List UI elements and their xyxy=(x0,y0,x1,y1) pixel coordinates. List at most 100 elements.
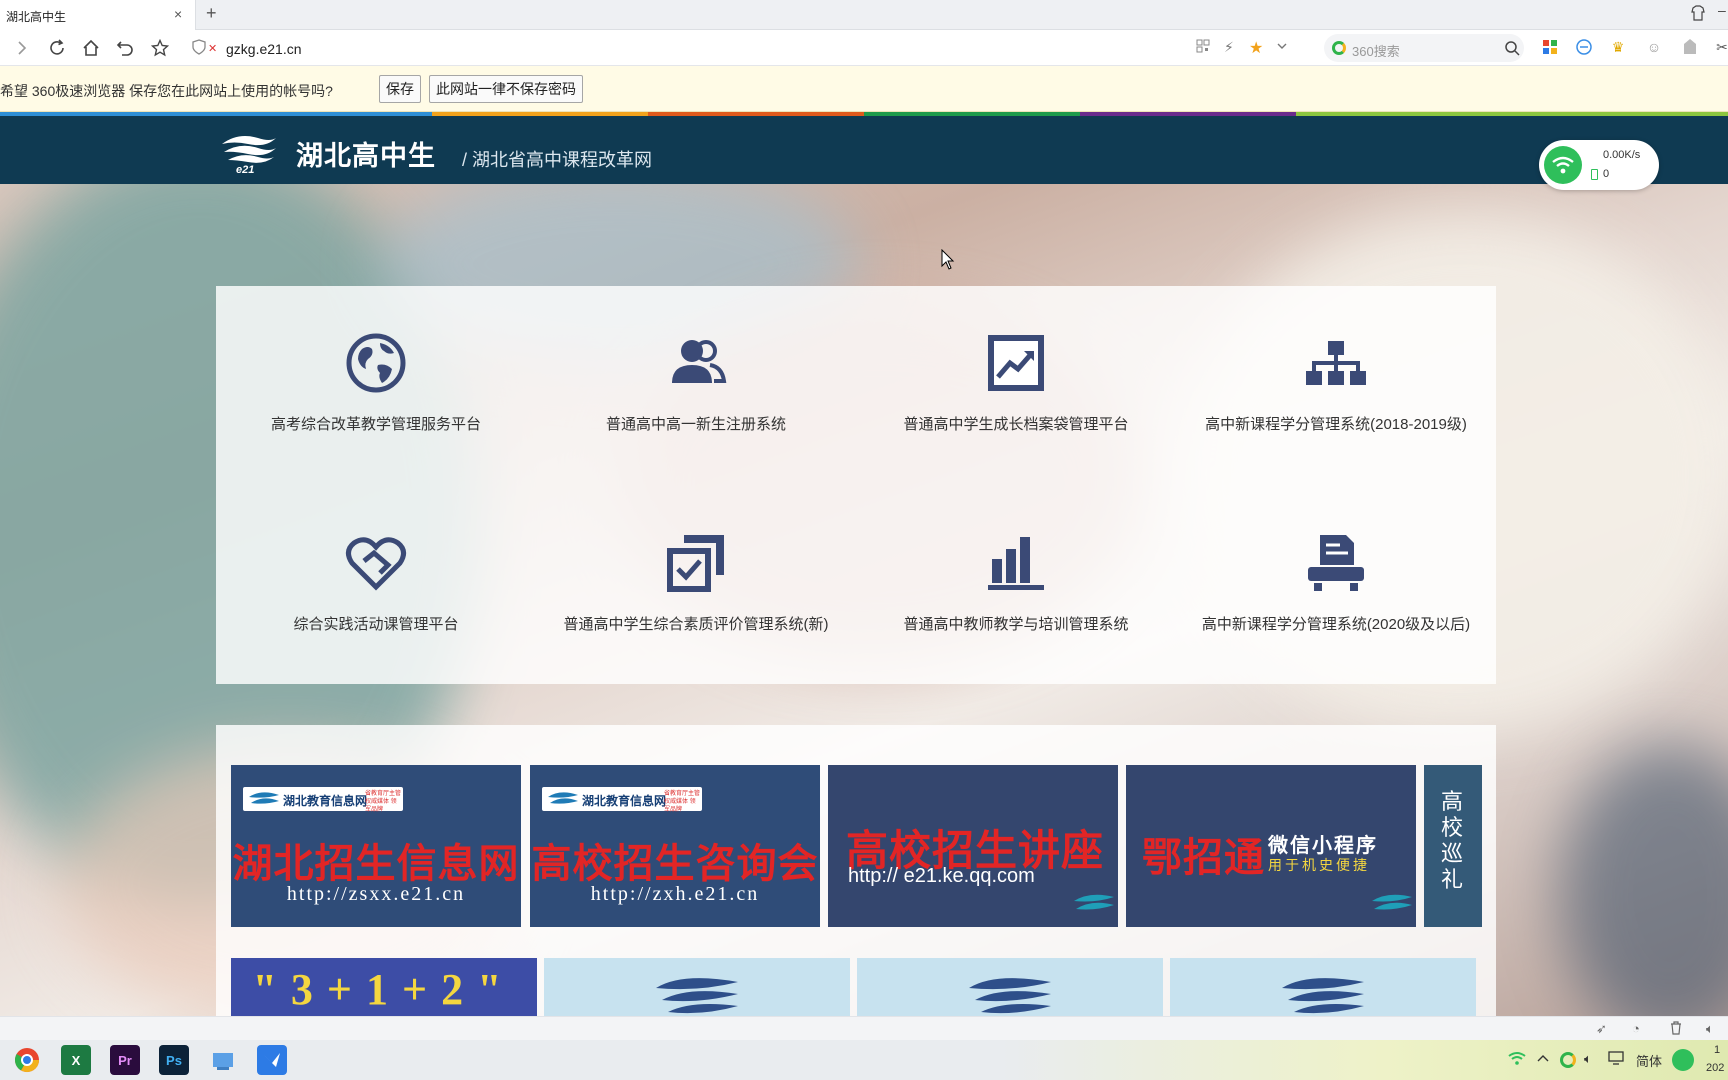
tray-wifi-icon[interactable] xyxy=(1508,1051,1526,1068)
service-label: 高考综合改革教学管理服务平台 xyxy=(270,416,481,433)
tray-avatar-icon[interactable] xyxy=(1672,1049,1694,1071)
chevron-down-icon[interactable] xyxy=(1276,39,1288,55)
reload-icon[interactable] xyxy=(45,36,69,60)
tray-360-icon[interactable] xyxy=(1560,1052,1576,1068)
chrome-app[interactable] xyxy=(12,1045,42,1075)
qr-code-icon[interactable] xyxy=(1196,39,1210,56)
banner-zxh[interactable]: 湖北教育信息网 省教育厅主管 权威媒体 领军品牌 高校招生咨询会 http://… xyxy=(530,765,820,927)
service-item-growth-archive[interactable]: 普通高中学生成长档案袋管理平台 xyxy=(856,331,1176,491)
service-item-credit-2020[interactable]: 高中新课程学分管理系统(2020级及以后) xyxy=(1176,531,1496,691)
save-password-button[interactable]: 保存 xyxy=(379,75,421,103)
translate-icon[interactable] xyxy=(1574,37,1594,57)
never-save-button[interactable]: 此网站一律不保存密码 xyxy=(429,75,583,103)
check-copy-icon xyxy=(667,535,724,592)
speed-icon[interactable]: ◔ xyxy=(1632,1021,1640,1036)
mouse-cursor-icon xyxy=(941,249,955,270)
banner-zsxx[interactable]: 湖北教育信息网 省教育厅主管 权威媒体 领军品牌 湖北招生信息网 http://… xyxy=(231,765,521,927)
feishu-app[interactable] xyxy=(257,1045,287,1075)
premiere-app[interactable]: Pr xyxy=(110,1045,140,1075)
lightning-icon[interactable]: ⚡ xyxy=(1224,39,1234,56)
scissors-icon[interactable]: ✂ xyxy=(1712,37,1728,57)
e21-wave-icon xyxy=(1074,894,1114,910)
taskbar: X Pr Ps 🔈︎ 简体 1 202 xyxy=(0,1040,1728,1080)
favorite-icon[interactable] xyxy=(148,36,172,60)
save-password-bar: 您希望 360极速浏览器 保存您在此网站上使用的帐号吗? 保存 此网站一律不保存… xyxy=(0,66,1728,112)
minimize-icon[interactable]: – xyxy=(1718,2,1726,18)
forward-icon[interactable] xyxy=(10,36,34,60)
banner-title: "3+1+2" xyxy=(252,965,516,1014)
e21-logo-icon xyxy=(969,978,1051,1014)
tab-close-button[interactable]: × xyxy=(174,6,182,22)
globe-icon xyxy=(346,333,406,393)
banner-e21-placeholder[interactable] xyxy=(544,958,850,1016)
banner-url: http://zsxx.e21.cn xyxy=(286,883,466,905)
excel-app[interactable]: X xyxy=(61,1045,91,1075)
services-panel: 高考综合改革教学管理服务平台 普通高中高一新生注册系统 普通高中学生成长档案袋管… xyxy=(216,286,1496,684)
home-icon[interactable] xyxy=(79,36,103,60)
tab-title: 湖北高中生 xyxy=(6,10,67,24)
service-item-gaokao-platform[interactable]: 高考综合改革教学管理服务平台 xyxy=(216,331,536,491)
banner-college-tour[interactable]: 高校巡礼 xyxy=(1424,765,1482,927)
clock-time[interactable]: 1 xyxy=(1714,1044,1720,1056)
service-item-teacher-training[interactable]: 普通高中教师教学与培训管理系统 xyxy=(856,531,1176,691)
banner-3-1-2[interactable]: "3+1+2" xyxy=(231,958,537,1016)
tray-ime-label[interactable]: 简体 xyxy=(1636,1051,1662,1070)
banner-panel: 湖北教育信息网 省教育厅主管 权威媒体 领军品牌 湖北招生信息网 http://… xyxy=(216,725,1496,1016)
site-name[interactable]: 湖北高中生 xyxy=(296,134,436,173)
save-password-message: 您希望 360极速浏览器 保存您在此网站上使用的帐号吗? xyxy=(0,83,333,99)
tray-chevron-up-icon[interactable] xyxy=(1537,1051,1549,1066)
printer-icon xyxy=(1308,535,1364,591)
trend-chart-icon xyxy=(988,335,1044,391)
net-speed: 0.00K/s xyxy=(1603,149,1641,161)
search-box[interactable]: 360搜索 xyxy=(1324,34,1524,62)
banner-ezhaotong[interactable]: 鄂招通 微信小程序 用于机史便捷 xyxy=(1126,765,1416,927)
service-item-quality-evaluation[interactable]: 普通高中学生综合素质评价管理系统(新) xyxy=(536,531,856,691)
bookmark-star-icon[interactable]: ★ xyxy=(1249,38,1263,58)
rocket-icon[interactable]: ➶ xyxy=(1596,1021,1607,1037)
lion-extension-icon[interactable]: ♛ xyxy=(1608,37,1628,57)
clock-date[interactable]: 202 xyxy=(1706,1062,1724,1074)
trash-icon[interactable] xyxy=(1670,1021,1682,1038)
active-tab[interactable]: 湖北高中生 × xyxy=(0,0,196,30)
browser-status-bar: ➶ ◔ 🔈︎ xyxy=(0,1016,1728,1040)
service-item-freshman-registration[interactable]: 普通高中高一新生注册系统 xyxy=(536,331,856,491)
address-bar[interactable]: ✕ gzkg.e21.cn ⚡ ★ xyxy=(188,33,1312,63)
search-engine-icon xyxy=(1332,41,1346,55)
search-icon[interactable] xyxy=(1504,40,1520,61)
banner-ke-qq[interactable]: 高校招生讲座 http:// e21.ke.qq.com xyxy=(828,765,1118,927)
files-app[interactable] xyxy=(208,1045,238,1075)
banner-e21-placeholder[interactable] xyxy=(1170,958,1476,1016)
tray-speaker-icon[interactable]: 🔈︎ xyxy=(1584,1051,1592,1067)
service-item-credit-2018[interactable]: 高中新课程学分管理系统(2018-2019级) xyxy=(1176,331,1496,491)
service-label: 普通高中学生成长档案袋管理平台 xyxy=(903,416,1129,433)
shirt-icon[interactable] xyxy=(1690,5,1706,24)
service-label: 普通高中学生综合素质评价管理系统(新) xyxy=(563,616,829,633)
e21-logo-icon xyxy=(1282,978,1364,1014)
site-logo[interactable]: e21 xyxy=(218,130,280,176)
undo-icon[interactable] xyxy=(113,36,137,60)
site-header: e21 湖北高中生 / 湖北省高中课程改革网 xyxy=(0,116,1728,184)
sitemap-icon xyxy=(1306,341,1366,385)
tray-network-icon[interactable] xyxy=(1608,1051,1624,1068)
not-secure-icon[interactable]: ✕ xyxy=(208,42,217,55)
cat-extension-icon[interactable]: ☺ xyxy=(1644,37,1664,57)
profile-icon[interactable] xyxy=(1680,37,1700,57)
e21-logo-icon xyxy=(548,792,578,804)
service-item-practice-activities[interactable]: 综合实践活动课管理平台 xyxy=(216,531,536,691)
banner-badge-sub: 省教育厅主管 权威媒体 领军品牌 xyxy=(365,791,402,813)
banner-badge-sub: 省教育厅主管 权威媒体 领军品牌 xyxy=(664,791,701,813)
banner-url: http:// e21.ke.qq.com xyxy=(848,865,1035,887)
network-speed-widget[interactable]: 0.00K/s 0 xyxy=(1539,140,1659,190)
volume-icon[interactable]: 🔈︎ xyxy=(1706,1021,1714,1037)
bar-chart-icon xyxy=(988,537,1044,590)
banner-title: 高校招生咨询会 xyxy=(531,842,819,886)
search-placeholder: 360搜索 xyxy=(1352,44,1400,59)
users-icon xyxy=(672,340,727,383)
e21-logo-icon xyxy=(656,978,738,1014)
apps-grid-icon[interactable] xyxy=(1540,37,1560,57)
banner-e21-placeholder[interactable] xyxy=(857,958,1163,1016)
url-text[interactable]: gzkg.e21.cn xyxy=(226,41,302,57)
new-tab-button[interactable]: + xyxy=(206,3,217,24)
photoshop-app[interactable]: Ps xyxy=(159,1045,189,1075)
shield-icon[interactable] xyxy=(192,39,206,58)
